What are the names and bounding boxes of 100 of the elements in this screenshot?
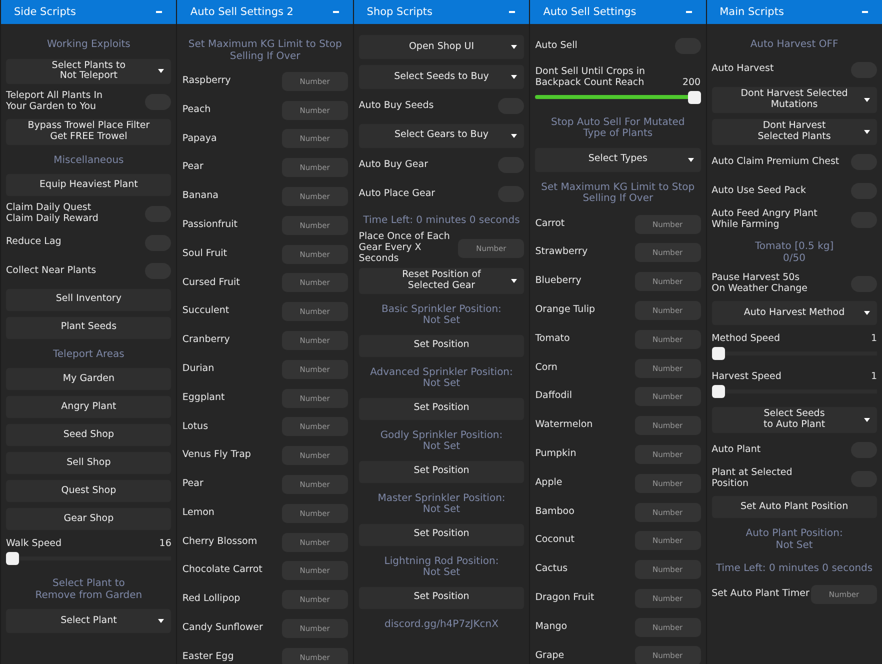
- action-button[interactable]: Angry Plant: [6, 396, 172, 418]
- dropdown[interactable]: Select Types: [535, 148, 701, 172]
- section-label: Stop Auto Sell For Mutated Type of Plants: [550, 116, 686, 142]
- section-label: Time Left: 0 minutes 0 seconds: [714, 562, 874, 576]
- slider-thumb[interactable]: [712, 347, 725, 360]
- caret-icon: [864, 311, 870, 316]
- caret-icon: [511, 75, 518, 79]
- section-label: Set Maximum KG Limit to Stop Selling If Over: [187, 38, 343, 64]
- dropdown[interactable]: Reset Position of Selected Gear: [358, 268, 524, 294]
- field-label: Eggplant: [182, 392, 225, 404]
- action-button[interactable]: Quest Shop: [6, 480, 172, 502]
- field-label: Mango: [535, 622, 568, 633]
- dropdown[interactable]: Auto Harvest Method: [712, 301, 877, 326]
- slider-label: Dont Sell Until Crops in Backpack Count Reach: [535, 66, 646, 89]
- dropdown[interactable]: Select Plants to Not Teleport: [6, 58, 172, 84]
- field-label: Soul Fruit: [182, 248, 227, 260]
- action-button[interactable]: Set Position: [358, 398, 524, 420]
- field-label: Lotus: [182, 422, 208, 432]
- panel-title: Main Scripts: [720, 6, 784, 18]
- dropdown[interactable]: Dont Harvest Selected Plants: [712, 119, 877, 145]
- toggle-label: Auto Claim Premium Chest: [712, 156, 840, 168]
- field-label: Easter Egg: [182, 652, 234, 663]
- action-button[interactable]: Gear Shop: [6, 508, 172, 530]
- field-label: Pear: [182, 162, 204, 174]
- toggle-label: Auto Use Seed Pack: [712, 186, 806, 197]
- field-label: Banana: [182, 191, 218, 202]
- action-button[interactable]: Equip Heaviest Plant: [6, 174, 172, 196]
- slider-label: Method Speed: [712, 334, 780, 346]
- action-button[interactable]: Set Position: [358, 524, 524, 546]
- action-button[interactable]: My Garden: [6, 368, 172, 390]
- slider-label: Harvest Speed: [712, 372, 782, 384]
- section-label: Select Plant to Remove from Garden: [34, 577, 144, 603]
- field-label: Papaya: [182, 134, 217, 144]
- dropdown[interactable]: Select Seeds to Buy: [358, 65, 524, 89]
- field-label: Bamboo: [535, 506, 574, 518]
- slider-thumb[interactable]: [688, 90, 701, 104]
- toggle-label: Auto Buy Seeds: [358, 100, 434, 112]
- action-button[interactable]: Sell Inventory: [6, 288, 172, 311]
- toggle-label: Auto Buy Gear: [358, 160, 428, 171]
- field-label: Orange Tulip: [535, 304, 595, 316]
- section-label: Lightning Rod Position: Not Set: [383, 554, 500, 580]
- panel-title: Auto Sell Settings 2: [190, 6, 294, 18]
- field-label: Candy Sunflower: [182, 623, 263, 634]
- action-button[interactable]: Set Position: [358, 586, 524, 608]
- panel-title: Side Scripts: [14, 6, 76, 18]
- section-label: Godly Sprinkler Position: Not Set: [379, 428, 504, 454]
- action-button[interactable]: Bypass Trowel Place Filter Get FREE Trowel: [6, 119, 172, 145]
- field-label: Corn: [535, 362, 558, 374]
- panel-title: Shop Scripts: [366, 6, 432, 18]
- section-label: Time Left: 0 minutes 0 seconds: [362, 214, 521, 228]
- section-label: Working Exploits: [46, 38, 132, 52]
- field-label: Succulent: [182, 306, 230, 318]
- field-label: Peach: [182, 104, 211, 116]
- action-button[interactable]: Set Position: [358, 460, 524, 482]
- toggle-label: Auto Feed Angry Plant While Farming: [712, 209, 818, 231]
- field-label: Apple: [535, 478, 562, 489]
- field-label: Blueberry: [535, 276, 582, 288]
- slider-thumb[interactable]: [6, 552, 19, 566]
- section-label: Master Sprinkler Position: Not Set: [376, 492, 506, 517]
- action-button[interactable]: Sell Shop: [6, 452, 172, 474]
- field-label: Watermelon: [535, 420, 593, 432]
- dropdown[interactable]: Select Gears to Buy: [358, 124, 524, 148]
- field-label: Passionfruit: [182, 220, 238, 231]
- toggle-label: Collect Near Plants: [6, 266, 96, 277]
- toggle-label: Pause Harvest 50s On Weather Change: [712, 272, 808, 295]
- field-label: Grape: [535, 650, 564, 662]
- section-label: Miscellaneous: [52, 154, 125, 168]
- slider-thumb[interactable]: [712, 385, 725, 398]
- action-button[interactable]: Set Auto Plant Position: [712, 496, 877, 518]
- section-label: Auto Plant Position: Not Set: [744, 527, 844, 553]
- field-label: Dragon Fruit: [535, 592, 594, 604]
- field-label: Cactus: [535, 564, 568, 576]
- toggle-label: Teleport All Plants In Your Garden to You: [6, 90, 103, 113]
- field-label: Tomato: [535, 334, 570, 345]
- toggle-label: Auto Sell: [535, 40, 578, 52]
- toggle-label: Auto Harvest: [712, 64, 774, 76]
- action-button[interactable]: Set Position: [358, 334, 524, 356]
- toggle-label: Claim Daily Quest Claim Daily Reward: [6, 202, 98, 225]
- field-label: Venus Fly Trap: [182, 450, 251, 462]
- slider-value: 1: [870, 334, 877, 346]
- caret-icon: [511, 45, 518, 49]
- section-label: Auto Harvest OFF: [749, 38, 840, 52]
- field-label: Coconut: [535, 535, 574, 546]
- panel-title: Auto Sell Settings: [543, 6, 636, 18]
- dropdown[interactable]: Select Plant: [6, 609, 172, 634]
- dropdown[interactable]: Select Seeds to Auto Plant: [712, 407, 877, 433]
- section-label: Advanced Sprinkler Position: Not Set: [369, 366, 514, 391]
- slider-value: 1: [870, 372, 877, 384]
- section-label: Basic Sprinkler Position: Not Set: [380, 302, 502, 328]
- section-label: Teleport Areas: [52, 348, 126, 362]
- field-label: Cranberry: [182, 335, 230, 346]
- field-label: Cherry Blossom: [182, 536, 258, 548]
- field-label: Chocolate Carrot: [182, 565, 262, 576]
- dropdown[interactable]: Dont Harvest Selected Mutations: [712, 87, 877, 114]
- caret-icon: [511, 134, 518, 138]
- field-label: Daffodil: [535, 391, 572, 402]
- caret-icon: [864, 130, 870, 134]
- action-button[interactable]: Plant Seeds: [6, 316, 172, 339]
- action-button[interactable]: Seed Shop: [6, 424, 172, 446]
- dropdown[interactable]: Open Shop UI: [358, 35, 524, 59]
